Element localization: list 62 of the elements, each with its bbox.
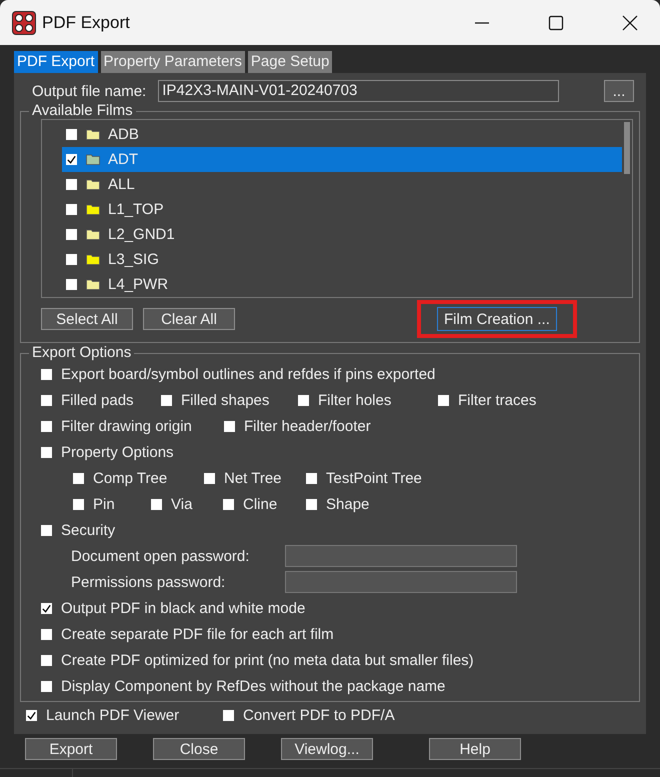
option-checkbox[interactable]: Filter drawing origin (41, 418, 224, 434)
checkbox[interactable] (66, 279, 77, 290)
checkbox[interactable] (66, 179, 77, 190)
tab[interactable]: Page Setup (248, 51, 332, 73)
film-button[interactable]: Clear All (143, 308, 235, 330)
film-item[interactable]: ALL (62, 172, 622, 197)
checkbox[interactable] (66, 204, 77, 215)
option-checkbox[interactable]: Filled pads (41, 392, 161, 408)
dialog-button[interactable]: Help (429, 738, 521, 760)
option-checkbox[interactable]: Create separate PDF file for each art film (41, 626, 334, 642)
checkbox[interactable] (66, 129, 77, 140)
option-checkbox[interactable]: Launch PDF Viewer (26, 706, 223, 724)
option-checkbox[interactable]: Filled shapes (161, 392, 298, 408)
film-button[interactable]: Select All (41, 308, 133, 330)
option-checkbox[interactable]: Display Component by RefDes without the package name (41, 678, 446, 694)
checkmark-icon (66, 154, 77, 165)
maximize-icon[interactable] (548, 14, 564, 30)
checkbox[interactable] (66, 154, 77, 165)
option-checkbox[interactable]: Security (41, 522, 116, 538)
dialog-button[interactable]: Export (25, 738, 117, 760)
option-checkbox[interactable]: Property Options (41, 444, 174, 460)
option-checkbox[interactable]: Pin (73, 496, 151, 512)
option-checkbox[interactable]: Filter traces (438, 392, 536, 408)
film-item[interactable]: L4_PWR (62, 272, 622, 297)
film-item[interactable]: L1_TOP (62, 197, 622, 222)
option-checkbox[interactable]: Cline (223, 496, 306, 512)
tab[interactable]: PDF Export (14, 51, 98, 73)
film-item[interactable]: ADB (62, 122, 622, 147)
checkbox[interactable] (66, 254, 77, 265)
window-title: PDF Export (42, 12, 130, 32)
password-label: Permissions password: (71, 574, 226, 590)
password-field[interactable] (285, 571, 517, 593)
option-checkbox[interactable]: Shape (306, 496, 370, 512)
password-label: Document open password: (71, 548, 250, 564)
close-icon[interactable] (622, 14, 638, 30)
option-checkbox[interactable]: Via (151, 496, 223, 512)
dialog-button[interactable]: Viewlog... (281, 738, 373, 760)
group-title: Available Films (31, 103, 134, 119)
browse-button[interactable]: ... (604, 80, 634, 102)
option-checkbox[interactable]: Filter holes (298, 392, 438, 408)
option-checkbox[interactable]: Filter header/footer (224, 418, 371, 434)
film-item[interactable]: ADT (62, 147, 622, 172)
film-item[interactable]: L3_SIG (62, 247, 622, 272)
app-logo-icon (12, 10, 36, 34)
output-file-label: Output file name: (32, 82, 146, 100)
option-checkbox[interactable]: Comp Tree (73, 470, 204, 486)
option-checkbox[interactable]: Output PDF in black and white mode (41, 600, 306, 616)
group-title: Export Options (31, 345, 132, 361)
dialog-button[interactable]: Close (153, 738, 245, 760)
option-checkbox[interactable]: Export board/symbol outlines and refdes if pins exported (41, 366, 436, 382)
option-checkbox[interactable]: Convert PDF to PDF/A (223, 706, 395, 724)
film-item[interactable]: L2_GND1 (62, 222, 622, 247)
checkbox[interactable] (66, 229, 77, 240)
tab[interactable]: Property Parameters (100, 51, 245, 73)
film-creation-button[interactable]: Film Creation ... (437, 307, 557, 331)
checkmark-icon (26, 710, 37, 720)
password-field[interactable] (285, 545, 517, 567)
output-file-field[interactable]: IP42X3-MAIN-V01-20240703 (158, 80, 560, 102)
option-checkbox[interactable]: Net Tree (204, 470, 306, 486)
option-checkbox[interactable]: TestPoint Tree (306, 470, 422, 486)
option-checkbox[interactable]: Create PDF optimized for print (no meta data but smaller files) (41, 652, 474, 668)
checkmark-icon (41, 602, 52, 614)
